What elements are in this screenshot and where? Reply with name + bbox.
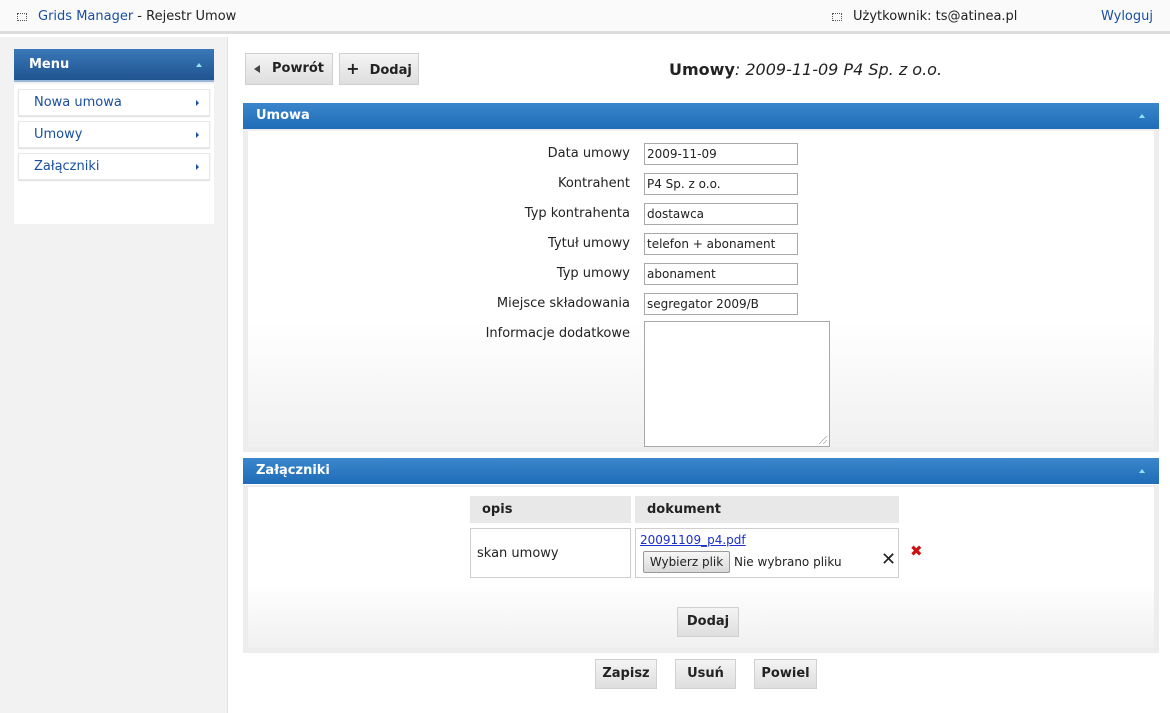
field-label-typ-kontrahenta: Typ kontrahenta	[524, 206, 630, 221]
opis-cell: skan umowy	[470, 528, 631, 578]
menu-list: Nowa umowa Umowy Załączniki	[14, 84, 214, 224]
clear-file-icon[interactable]: ✕	[881, 549, 896, 570]
duplicate-button[interactable]: Powiel	[754, 659, 817, 689]
chevron-right-icon	[196, 164, 199, 170]
data-umowy-input[interactable]: 2009-11-09	[644, 143, 798, 165]
column-header-opis: opis	[470, 496, 631, 523]
field-label-kontrahent: Kontrahent	[557, 176, 630, 191]
dokument-cell: 20091109_p4.pdf Wybierz plik Nie wybrano…	[635, 528, 899, 578]
sidebar-item-label: Umowy	[34, 127, 83, 142]
back-button[interactable]: Powrót	[245, 53, 333, 85]
sidebar-item-label: Nowa umowa	[34, 95, 122, 110]
sidebar-item-zalaczniki[interactable]: Załączniki	[18, 153, 210, 180]
typ-kontrahenta-input[interactable]: dostawca	[644, 203, 798, 225]
plus-icon: +	[346, 59, 360, 78]
field-label-tytul-umowy: Tytuł umowy	[548, 236, 630, 251]
chevron-right-icon	[196, 100, 199, 106]
app-icon	[17, 13, 27, 21]
chevron-right-icon	[196, 132, 199, 138]
add-label: Dodaj	[369, 63, 412, 78]
page-title: Umowy: 2009-11-09 P4 Sp. z o.o.	[669, 60, 942, 79]
user-label: Użytkownik: ts@atinea.pl	[853, 9, 1018, 24]
app-link[interactable]: Grids Manager	[38, 9, 133, 24]
back-arrow-icon	[253, 64, 260, 73]
delete-button[interactable]: Usuń	[675, 659, 736, 689]
field-label-informacje-dodatkowe: Informacje dodatkowe	[485, 326, 630, 341]
tytul-umowy-input[interactable]: telefon + abonament	[644, 233, 798, 255]
choose-file-button[interactable]: Wybierz plik	[643, 551, 730, 573]
opis-value: skan umowy	[477, 546, 559, 561]
zalaczniki-section-header[interactable]: Załączniki	[243, 458, 1159, 484]
page-title-label: Umowy	[669, 60, 735, 79]
typ-umowy-input[interactable]: abonament	[644, 263, 798, 285]
breadcrumb: Grids Manager - Rejestr Umow	[38, 9, 236, 24]
collapse-icon[interactable]	[1139, 469, 1145, 473]
zalaczniki-section-title: Załączniki	[256, 463, 330, 478]
menu-title: Menu	[29, 57, 70, 72]
umowa-section-header[interactable]: Umowa	[243, 103, 1159, 129]
no-file-label: Nie wybrano pliku	[734, 555, 842, 569]
field-label-miejsce-skladowania: Miejsce składowania	[496, 296, 630, 311]
sidebar: Menu Nowa umowa Umowy Załączniki	[0, 37, 228, 713]
sidebar-item-umowy[interactable]: Umowy	[18, 121, 210, 148]
collapse-icon[interactable]	[196, 63, 202, 67]
resize-grip-icon[interactable]	[819, 436, 827, 444]
breadcrumb-separator: -	[133, 9, 147, 24]
umowa-section-title: Umowa	[256, 108, 310, 123]
column-header-dokument: dokument	[635, 496, 899, 523]
page-title-suffix: : 2009-11-09 P4 Sp. z o.o.	[734, 60, 943, 79]
top-bar: Grids Manager - Rejestr Umow Użytkownik:…	[0, 0, 1170, 34]
field-label-data-umowy: Data umowy	[547, 146, 630, 161]
save-button[interactable]: Zapisz	[595, 659, 657, 689]
sidebar-item-nowa-umowa[interactable]: Nowa umowa	[18, 89, 210, 116]
add-attachment-button[interactable]: Dodaj	[677, 607, 739, 637]
informacje-dodatkowe-textarea[interactable]	[644, 321, 830, 447]
page-name: Rejestr Umow	[146, 9, 237, 24]
file-link[interactable]: 20091109_p4.pdf	[640, 533, 746, 547]
menu-header[interactable]: Menu	[14, 49, 214, 82]
kontrahent-input[interactable]: P4 Sp. z o.o.	[644, 173, 798, 195]
logout-link[interactable]: Wyloguj	[1101, 9, 1153, 24]
collapse-icon[interactable]	[1139, 114, 1145, 118]
delete-row-icon[interactable]: ✖	[910, 542, 923, 560]
add-button[interactable]: + Dodaj	[339, 53, 419, 85]
sidebar-item-label: Załączniki	[34, 159, 100, 174]
back-label: Powrót	[271, 61, 325, 76]
field-label-typ-umowy: Typ umowy	[556, 266, 630, 281]
miejsce-skladowania-input[interactable]: segregator 2009/B	[644, 293, 798, 315]
user-icon	[832, 13, 842, 21]
